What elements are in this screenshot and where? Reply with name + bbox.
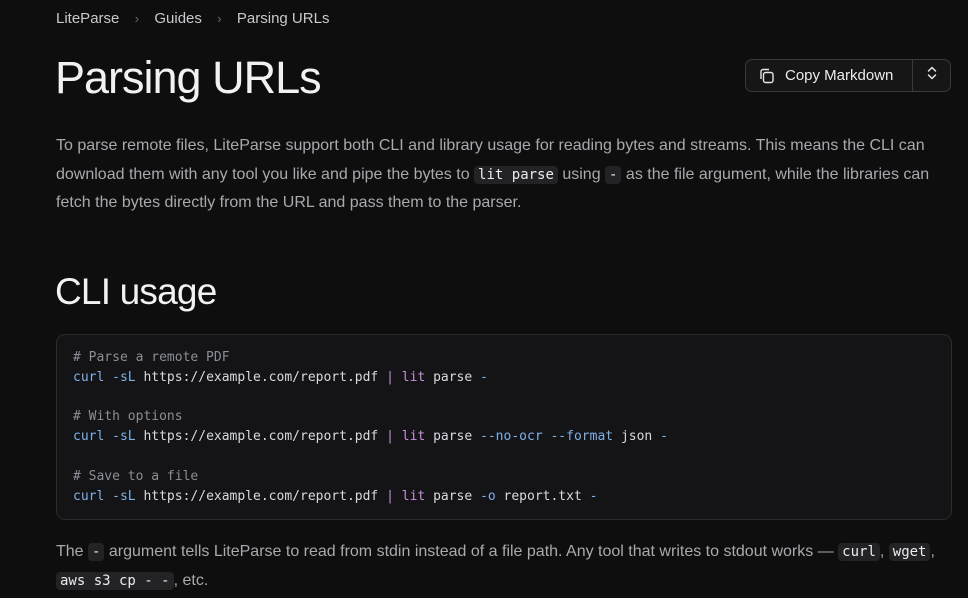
code-block[interactable]: # Parse a remote PDF curl -sL https://ex… bbox=[56, 334, 952, 520]
code-token: json bbox=[620, 429, 653, 445]
code-token: # Save to a file bbox=[73, 468, 199, 484]
chevron-right-icon: › bbox=[134, 11, 140, 26]
inline-code: - bbox=[605, 165, 622, 184]
intro-text: using bbox=[557, 165, 606, 183]
copy-markdown-label: Copy Markdown bbox=[785, 67, 894, 84]
breadcrumb-item-guides[interactable]: Guides bbox=[154, 10, 202, 27]
code-token: - bbox=[480, 369, 488, 385]
code-token: curl bbox=[73, 369, 105, 385]
code-token: - bbox=[660, 429, 668, 445]
code-token: | bbox=[386, 488, 394, 504]
breadcrumb-item-current: Parsing URLs bbox=[236, 10, 330, 27]
code-token: | bbox=[386, 429, 394, 445]
outro-text: argument tells LiteParse to read from st… bbox=[104, 543, 839, 560]
outro-text: , etc. bbox=[173, 571, 209, 589]
code-line: # With options bbox=[73, 407, 935, 427]
code-token: -sL bbox=[112, 488, 136, 504]
code-token: - bbox=[589, 488, 598, 504]
code-token: parse bbox=[433, 369, 473, 385]
outro-text: , bbox=[879, 543, 889, 560]
code-token: # With options bbox=[73, 409, 183, 425]
code-token: --no-ocr bbox=[480, 429, 543, 445]
code-line: # Parse a remote PDF bbox=[73, 348, 935, 368]
code-token: lit bbox=[401, 429, 426, 445]
inline-code: lit parse bbox=[474, 165, 558, 184]
code-token: report.txt bbox=[503, 488, 582, 504]
outro-text: The bbox=[56, 543, 89, 560]
code-token: -o bbox=[480, 488, 496, 504]
inline-code: curl bbox=[838, 543, 880, 561]
copy-options-menu-button[interactable] bbox=[913, 60, 950, 91]
code-token: curl bbox=[73, 488, 105, 504]
copy-markdown-button[interactable]: Copy Markdown bbox=[746, 60, 913, 91]
code-token: parse bbox=[433, 429, 473, 445]
inline-code: - bbox=[88, 543, 105, 561]
page-title: Parsing URLs bbox=[55, 52, 322, 103]
chevron-right-icon: › bbox=[217, 11, 222, 26]
code-token: lit bbox=[401, 369, 426, 385]
intro-paragraph: To parse remote files, LiteParse support… bbox=[56, 132, 956, 218]
code-token: https://example.com/report.pdf bbox=[143, 429, 379, 445]
code-token: https://example.com/report.pdf bbox=[143, 488, 379, 504]
section-heading-cli-usage: CLI usage bbox=[55, 271, 217, 312]
code-token: # Parse a remote PDF bbox=[73, 350, 230, 365]
code-line: curl -sL https://example.com/report.pdf … bbox=[73, 427, 935, 447]
outro-text: , bbox=[930, 543, 935, 560]
code-line: # Save to a file bbox=[73, 467, 935, 487]
outro-paragraph: The - argument tells LiteParse to read f… bbox=[56, 538, 956, 595]
docs-page: LiteParse › Guides › Parsing URLs Parsin… bbox=[0, 0, 968, 598]
copy-icon bbox=[758, 67, 776, 85]
code-line: curl -sL https://example.com/report.pdf … bbox=[73, 487, 935, 507]
code-token: parse bbox=[433, 488, 473, 504]
copy-markdown-group: Copy Markdown bbox=[745, 59, 951, 92]
breadcrumb-item-liteparse[interactable]: LiteParse bbox=[56, 10, 119, 27]
code-token: --format bbox=[550, 429, 614, 445]
code-line: curl -sL https://example.com/report.pdf … bbox=[73, 368, 935, 388]
inline-code: aws s3 cp - - bbox=[56, 571, 174, 590]
breadcrumb: LiteParse › Guides › Parsing URLs bbox=[56, 10, 329, 27]
code-token: -sL bbox=[112, 429, 136, 445]
code-token: https://example.com/report.pdf bbox=[143, 369, 379, 385]
code-token: -sL bbox=[112, 369, 136, 385]
code-token: | bbox=[386, 369, 394, 385]
inline-code: wget bbox=[888, 543, 931, 561]
chevron-up-down-icon bbox=[925, 65, 939, 86]
code-token: lit bbox=[401, 488, 426, 504]
code-token: curl bbox=[73, 429, 105, 445]
